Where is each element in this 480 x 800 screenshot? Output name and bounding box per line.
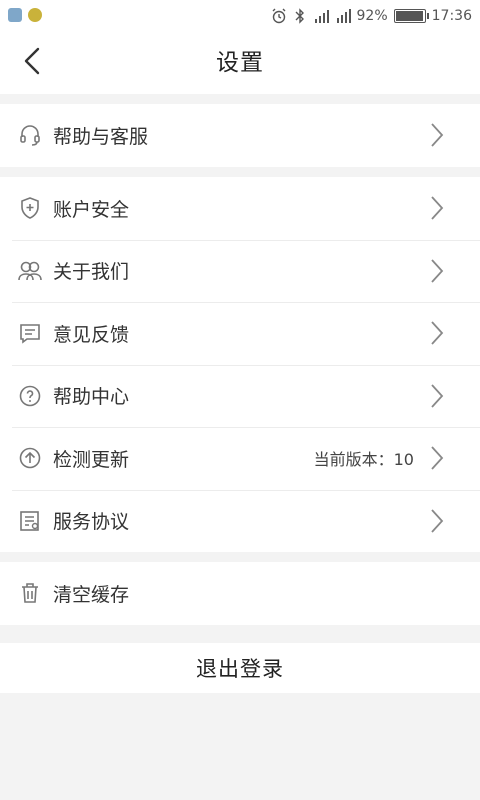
headset-icon	[17, 122, 43, 148]
chevron-right-icon	[426, 195, 448, 221]
arrow-up-circle-icon	[17, 445, 43, 471]
settings-item-about-us[interactable]: 关于我们	[0, 239, 480, 303]
app-notification-icon	[8, 8, 22, 22]
settings-item-label: 关于我们	[53, 261, 130, 284]
settings-item-label: 帮助与客服	[53, 125, 149, 148]
bluetooth-icon	[293, 8, 307, 24]
settings-item-check-update[interactable]: 检测更新 当前版本：10	[0, 427, 480, 490]
clock: 17:36	[431, 8, 472, 24]
app-notification-icon	[28, 8, 42, 22]
settings-item-account-security[interactable]: 账户安全	[0, 177, 480, 240]
header: 设置	[0, 32, 480, 94]
current-version: 当前版本：10	[313, 450, 414, 470]
trash-icon	[17, 580, 43, 606]
message-icon	[17, 320, 43, 346]
document-icon	[17, 508, 43, 534]
notification-icons	[8, 8, 42, 22]
chevron-right-icon	[426, 122, 448, 148]
settings-group-support: 帮助与客服	[0, 104, 480, 167]
settings-item-feedback[interactable]: 意见反馈	[0, 302, 480, 365]
settings-group-main: 账户安全 关于我们 意见反馈 帮助中心 检测更新 当前版本：10 服务协议	[0, 177, 480, 552]
status-indicators: 92% 17:36	[271, 6, 472, 26]
settings-item-label: 帮助中心	[53, 386, 130, 409]
settings-item-help-center[interactable]: 帮助中心	[0, 364, 480, 428]
chevron-right-icon	[426, 258, 448, 284]
chevron-right-icon	[426, 508, 448, 534]
users-icon	[17, 258, 43, 284]
settings-item-label: 意见反馈	[53, 323, 130, 346]
page-title: 设置	[216, 50, 264, 76]
status-bar: 92% 17:36	[0, 0, 480, 32]
settings-item-clear-cache[interactable]: 清空缓存	[0, 562, 480, 625]
battery-level	[395, 11, 424, 21]
settings-group-cache: 清空缓存	[0, 562, 480, 625]
settings-item-service-agreement[interactable]: 服务协议	[0, 489, 480, 553]
chevron-right-icon	[426, 383, 448, 409]
signal-icon	[313, 8, 329, 24]
chevron-right-icon	[426, 445, 448, 471]
settings-item-label: 检测更新	[53, 448, 130, 471]
logout-button[interactable]: 退出登录	[0, 643, 480, 693]
battery-text: 92%	[356, 8, 388, 24]
question-circle-icon	[17, 383, 43, 409]
settings-item-label: 账户安全	[53, 198, 130, 221]
settings-item-help-service[interactable]: 帮助与客服	[0, 104, 480, 167]
chevron-right-icon	[426, 320, 448, 346]
shield-plus-icon	[17, 195, 43, 221]
settings-item-label: 服务协议	[53, 511, 130, 534]
settings-item-label: 清空缓存	[53, 583, 130, 606]
battery-icon	[393, 9, 429, 23]
alarm-icon	[271, 8, 287, 24]
cellular-4g-icon	[335, 8, 351, 24]
